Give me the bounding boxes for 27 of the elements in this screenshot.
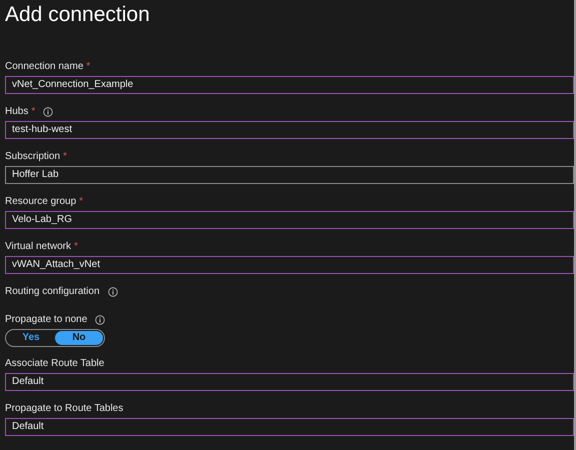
field-label: Resource group	[5, 197, 76, 207]
info-icon	[95, 315, 106, 325]
field-label: Hubs	[5, 107, 28, 117]
toggle-option[interactable]: Yes	[7, 331, 55, 345]
field-label: Associate Route Table	[5, 359, 104, 369]
input-field[interactable]: test-hub-west	[5, 121, 574, 139]
info-icon	[43, 107, 54, 117]
field-label: Propagate to Route Tables	[5, 404, 124, 414]
input-field[interactable]: Velo-Lab_RG	[5, 211, 574, 229]
field-label: Connection name	[5, 62, 84, 72]
input-field[interactable]: Default	[5, 373, 574, 391]
required-mark: *	[79, 197, 84, 207]
required-mark: *	[86, 62, 90, 72]
field-label: Subscription	[5, 152, 60, 162]
required-mark: *	[31, 107, 36, 117]
info-icon	[108, 287, 118, 297]
input-field[interactable]: Default	[5, 418, 574, 436]
field-label: Virtual network	[5, 242, 71, 252]
required-mark: *	[63, 152, 67, 162]
input-field[interactable]: Hoffer Lab	[5, 166, 574, 184]
field-label: Routing configuration	[5, 287, 100, 297]
page-title: Add connection	[5, 2, 150, 28]
input-field[interactable]: vNet_Connection_Example	[5, 76, 574, 94]
required-mark: *	[74, 242, 78, 252]
toggle-option[interactable]: No	[55, 331, 103, 345]
input-field[interactable]: vWAN_Attach_vNet	[5, 256, 574, 274]
field-label: Propagate to none	[5, 315, 88, 325]
